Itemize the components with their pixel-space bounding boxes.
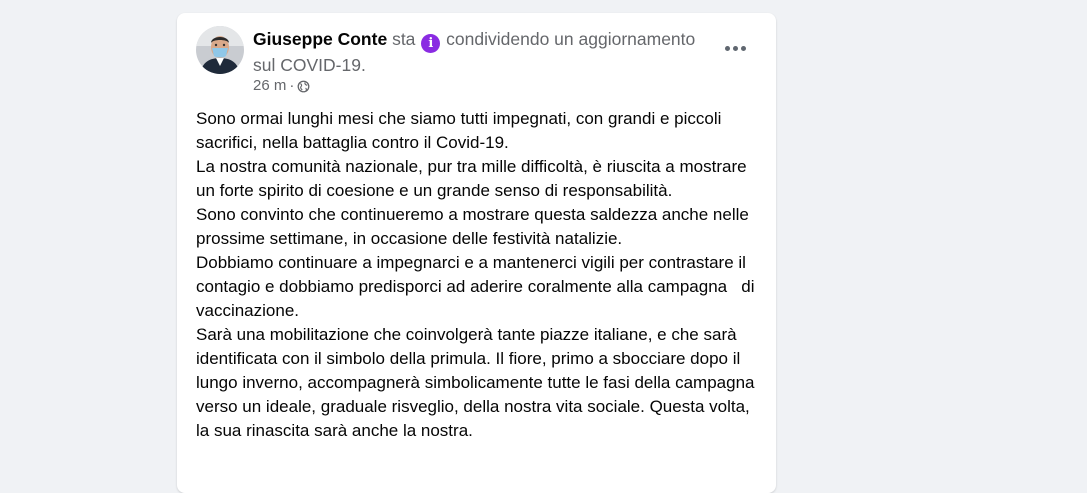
activity-prefix: sta [392,29,416,49]
post-paragraph: Dobbiamo continuare a impegnarci e a man… [196,253,760,320]
post-timestamp[interactable]: 26 m [253,77,286,95]
more-options-icon [724,45,746,51]
more-options-button[interactable] [717,34,753,62]
globe-icon[interactable] [297,80,310,93]
post-header: Giuseppe Conte sta i condividendo un agg… [253,27,713,77]
author-avatar[interactable] [196,26,244,74]
post-paragraph: La nostra comunità nazionale, pur tra mi… [196,157,752,200]
post-paragraph: Sarà una mobilitazione che coinvolgerà t… [196,325,760,440]
info-circle-icon: i [421,34,441,53]
post-meta: 26 m · [253,77,310,95]
post-body: Sono ormai lunghi mesi che siamo tutti i… [196,107,766,443]
author-name[interactable]: Giuseppe Conte [253,29,387,49]
post-paragraph: Sono ormai lunghi mesi che siamo tutti i… [196,109,727,152]
avatar-photo [196,26,244,74]
post-paragraph: Sono convinto che continueremo a mostrar… [196,205,754,248]
post-card: Giuseppe Conte sta i condividendo un agg… [177,13,776,493]
meta-separator: · [289,77,295,94]
